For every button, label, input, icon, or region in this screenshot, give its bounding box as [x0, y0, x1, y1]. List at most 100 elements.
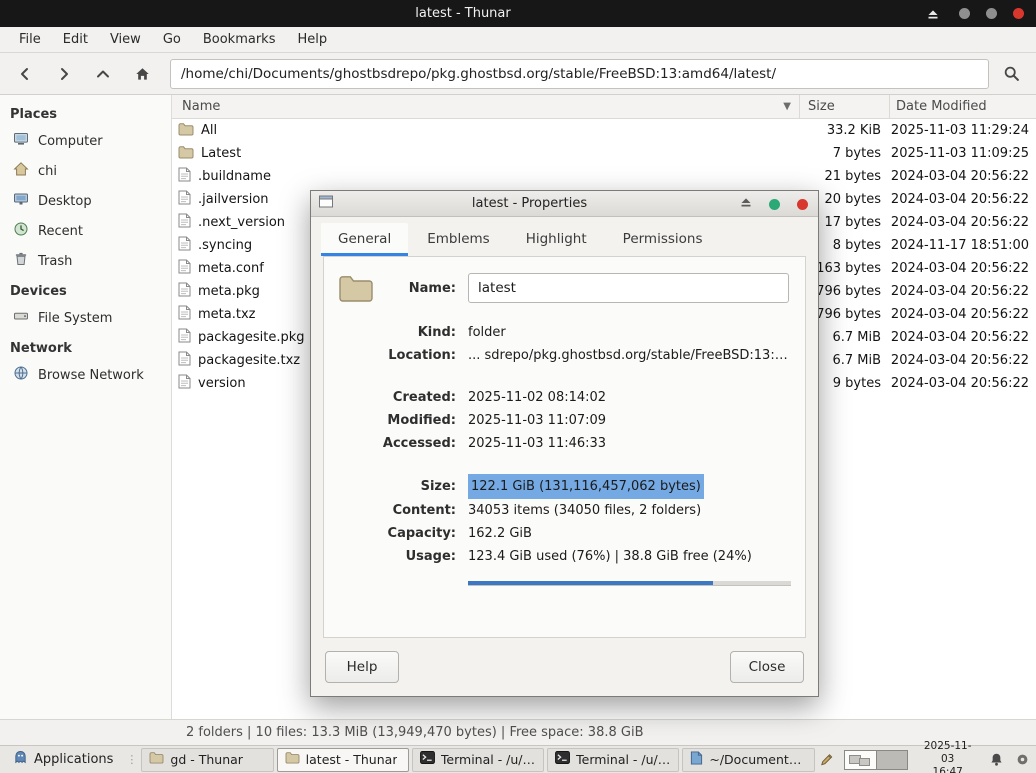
column-header-modified[interactable]: Date Modified [890, 95, 1036, 118]
workspace-current[interactable] [844, 750, 876, 769]
field-value: folder [468, 325, 506, 340]
menu-help[interactable]: Help [286, 27, 338, 52]
field-label: Modified: [387, 413, 456, 428]
file-row[interactable]: Latest 7 bytes 2025-11-03 11:09:25 [172, 142, 1036, 165]
drive-icon [13, 308, 29, 328]
file-modified: 2024-11-17 18:51:00 [890, 238, 1029, 253]
file-modified: 2024-03-04 20:56:22 [890, 192, 1029, 207]
back-button[interactable] [8, 59, 42, 89]
column-header-size[interactable]: Size [800, 95, 890, 118]
name-input[interactable] [468, 273, 789, 303]
status-tray-icon[interactable] [1014, 749, 1032, 771]
file-row[interactable]: .buildname 21 bytes 2024-03-04 20:56:22 [172, 165, 1036, 188]
file-name: .syncing [198, 238, 253, 253]
column-header-name[interactable]: Name ▼ [172, 95, 800, 118]
close-button[interactable] [1013, 8, 1024, 19]
clock[interactable]: 2025-11-03 16:47 [916, 740, 980, 773]
file-row[interactable]: All 33.2 KiB 2025-11-03 11:29:24 [172, 119, 1036, 142]
folder-icon [149, 751, 164, 768]
menu-edit[interactable]: Edit [52, 27, 99, 52]
folder-icon [285, 751, 300, 768]
file-modified: 2024-03-04 20:56:22 [890, 376, 1029, 391]
menu-go[interactable]: Go [152, 27, 192, 52]
search-icon[interactable] [994, 59, 1028, 89]
window-icon [319, 195, 333, 212]
file-name: meta.txz [198, 307, 256, 322]
statusbar-text: 2 folders | 10 files: 13.3 MiB (13,949,4… [186, 725, 644, 740]
network-icon [13, 365, 29, 385]
maximize-button[interactable] [769, 198, 780, 210]
sidebar-item-recent[interactable]: Recent [0, 216, 171, 246]
taskbar-window-label: ~/Documents/... [709, 752, 807, 767]
taskbar-window-latest-thunar[interactable]: latest - Thunar [276, 747, 409, 772]
terminal-icon [555, 751, 571, 768]
file-icon [178, 213, 191, 232]
file-modified: 2025-11-03 11:09:25 [890, 146, 1029, 161]
field-label: Created: [392, 390, 456, 405]
workspace-switcher[interactable] [843, 749, 908, 770]
tab-emblems[interactable]: Emblems [410, 223, 507, 256]
dialog-window-controls [740, 191, 808, 217]
maximize-button[interactable] [986, 8, 997, 19]
forward-button[interactable] [47, 59, 81, 89]
taskbar-window-terminal-1[interactable]: Terminal - /u/h/... [411, 747, 545, 772]
sidebar-item-desktop[interactable]: Desktop [0, 186, 171, 216]
field-location: Location: ... sdrepo/pkg.ghostbsd.org/st… [338, 344, 791, 367]
recent-icon [13, 221, 29, 241]
menu-view[interactable]: View [99, 27, 152, 52]
applications-menu-button[interactable]: Applications [4, 748, 122, 772]
column-label: Date Modified [896, 99, 987, 114]
close-button[interactable] [797, 198, 808, 210]
tab-permissions[interactable]: Permissions [606, 223, 720, 256]
notes-pencil-icon[interactable] [818, 749, 836, 771]
file-name: All [201, 123, 218, 138]
file-icon [178, 167, 191, 186]
file-size: 33.2 KiB [826, 123, 881, 138]
tab-highlight[interactable]: Highlight [509, 223, 604, 256]
dialog-titlebar[interactable]: latest - Properties [311, 191, 818, 217]
taskbar-window-documents[interactable]: ~/Documents/... [682, 747, 815, 772]
sidebar-item-home[interactable]: chi [0, 156, 171, 186]
minimize-button[interactable] [959, 8, 970, 19]
file-name: .next_version [198, 215, 286, 230]
workspace-other[interactable] [875, 750, 907, 769]
sidebar-item-computer[interactable]: Computer [0, 126, 171, 156]
sidebar-item-label: Desktop [38, 193, 92, 209]
tab-general[interactable]: General [321, 223, 409, 256]
taskbar-window-label: Terminal - /u/h/... [440, 752, 537, 767]
window-title: latest - Thunar [415, 6, 511, 21]
sidebar-item-trash[interactable]: Trash [0, 246, 171, 276]
home-button[interactable] [125, 59, 159, 89]
dialog-general-page: Name: Kind: folder Location: ... sdrepo/… [323, 256, 806, 638]
file-icon [178, 328, 191, 347]
sort-indicator-icon[interactable]: ▼ [783, 101, 791, 112]
menu-file[interactable]: File [8, 27, 52, 52]
eject-icon[interactable] [923, 3, 943, 25]
file-icon [178, 259, 191, 278]
shade-icon[interactable] [740, 196, 752, 212]
field-value: 162.2 GiB [468, 526, 532, 541]
window-controls [923, 0, 1024, 27]
help-button[interactable]: Help [325, 651, 399, 683]
close-button[interactable]: Close [730, 651, 804, 683]
up-button[interactable] [86, 59, 120, 89]
name-label: Name: [408, 280, 456, 296]
field-label: Accessed: [382, 436, 456, 451]
taskbar: Applications ⋮ gd - Thunar latest - Thun… [0, 740, 1036, 773]
menu-bookmarks[interactable]: Bookmarks [192, 27, 287, 52]
window-titlebar: latest - Thunar [0, 0, 1036, 27]
notification-bell-icon[interactable] [988, 749, 1006, 771]
field-created: Created: 2025-11-02 08:14:02 [338, 386, 791, 409]
taskbar-window-gd-thunar[interactable]: gd - Thunar [141, 747, 274, 772]
home-icon [13, 161, 29, 181]
field-value: 2025-11-02 08:14:02 [468, 390, 607, 405]
sidebar-item-filesystem[interactable]: File System [0, 303, 171, 333]
taskbar-window-label: gd - Thunar [170, 752, 243, 767]
field-value: 2025-11-03 11:46:33 [468, 436, 607, 451]
file-name: .jailversion [198, 192, 269, 207]
sidebar-item-browse-network[interactable]: Browse Network [0, 360, 171, 390]
sidebar-section-places: Places [10, 107, 58, 122]
menubar: File Edit View Go Bookmarks Help [0, 27, 1036, 53]
taskbar-window-terminal-2[interactable]: Terminal - /u/h/... [547, 747, 680, 772]
path-input[interactable] [170, 58, 989, 89]
